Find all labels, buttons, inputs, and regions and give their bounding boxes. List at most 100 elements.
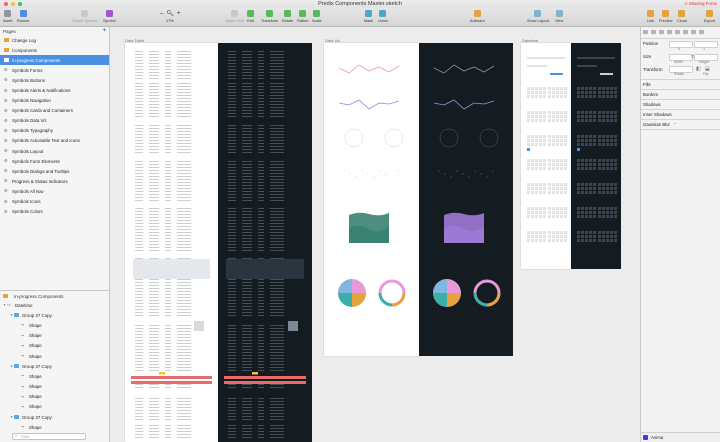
page-item[interactable]: ⚙︎ Symbols Buttons: [0, 75, 109, 85]
table-cell-mark: [135, 116, 143, 117]
table-cell-mark: [165, 235, 171, 236]
artboard-datetime-light[interactable]: [521, 43, 571, 269]
page-item[interactable]: ⚙︎ Symbols Data Viz: [0, 116, 109, 126]
y-field[interactable]: [694, 41, 718, 48]
lock-ratio-icon[interactable]: ⚿: [691, 54, 694, 59]
rotate-button[interactable]: Rotate: [282, 10, 293, 23]
table-cell-mark: [270, 83, 284, 84]
page-item[interactable]: ⚙︎ Symbols Cards and Containers: [0, 106, 109, 116]
layer-row-shape[interactable]: ⤳ Shape: [0, 320, 109, 330]
table-cell-mark: [228, 410, 236, 411]
layer-row-group[interactable]: ▾ Group 37 Copy: [0, 412, 109, 422]
page-item[interactable]: ⚙︎ Symbols Alerts & Notifications: [0, 85, 109, 95]
table-cell-mark: [149, 194, 159, 195]
preview-button[interactable]: Preview: [659, 10, 673, 23]
blur-toggle-icon[interactable]: ⌃: [673, 122, 677, 127]
shadows-section[interactable]: Shadows: [643, 102, 661, 107]
align-middle-icon[interactable]: [675, 30, 680, 34]
layer-row-shape[interactable]: ⤳ Shape: [0, 351, 109, 361]
page-item[interactable]: ⚙︎ Progress & Status Indicators: [0, 176, 109, 186]
symbol-button[interactable]: Symbol: [103, 10, 116, 23]
link-button[interactable]: Link: [647, 10, 654, 23]
calendar-day-thumb: [598, 215, 601, 218]
page-item[interactable]: ⚙︎ Symbols Actionable Text and Icons: [0, 136, 109, 146]
page-item[interactable]: ⚙︎ Symbols Typography: [0, 126, 109, 136]
cloud-button[interactable]: Cloud: [677, 10, 687, 23]
table-cell-mark: [177, 128, 191, 129]
page-item[interactable]: Change Log: [0, 35, 109, 45]
flatten-button[interactable]: Flatten: [297, 10, 309, 23]
layer-row-shape[interactable]: ⤳ Shape: [0, 422, 109, 432]
distribute-vertical-icon[interactable]: [699, 30, 704, 34]
table-cell-mark: [242, 413, 252, 414]
calendar-day-thumb: [527, 119, 530, 122]
fills-section[interactable]: Fills: [643, 82, 651, 87]
panel-divider[interactable]: [0, 290, 109, 291]
vector-shape-icon: ⤳: [21, 393, 25, 399]
layer-row-shape[interactable]: ⤳ Shape: [0, 341, 109, 351]
scale-button[interactable]: Scale: [312, 10, 322, 23]
align-bottom-icon[interactable]: [683, 30, 688, 34]
missing-fonts-warning[interactable]: ⚠ Missing Fonts: [684, 1, 717, 7]
table-cell-mark: [177, 220, 191, 221]
edit-button[interactable]: Edit: [247, 10, 254, 23]
page-item[interactable]: ⚙︎ Symbols Navigation: [0, 96, 109, 106]
show-layout-button[interactable]: Show Layout: [527, 10, 549, 23]
page-item[interactable]: In-progress Components: [0, 55, 109, 66]
inner-shadows-section[interactable]: Inner Shadows: [643, 112, 672, 117]
page-item[interactable]: ⚙︎ Symbols All Nav: [0, 186, 109, 196]
mask-button[interactable]: Mask: [364, 10, 373, 23]
view-button[interactable]: View: [555, 10, 563, 23]
create-symbol-button[interactable]: Create Symbol: [72, 10, 97, 23]
align-left-icon[interactable]: [643, 30, 648, 34]
x-field[interactable]: [669, 41, 693, 48]
layer-row-shape[interactable]: ⤳ Shape: [0, 331, 109, 341]
transform-button[interactable]: Transform: [261, 10, 278, 23]
layer-filter-input[interactable]: ⌕ Filter: [12, 433, 86, 440]
artboard-data-viz-light[interactable]: [324, 43, 419, 356]
artboard-datetime-dark[interactable]: [571, 43, 621, 269]
table-cell-mark: [149, 176, 159, 177]
layer-row-shape[interactable]: ⤳ Shape: [0, 392, 109, 402]
page-item[interactable]: ⚙︎ Symbols Layout: [0, 146, 109, 156]
artboard-data-table-dark[interactable]: [218, 43, 312, 442]
page-item[interactable]: ⚙︎ Symbols Icons: [0, 197, 109, 207]
layer-row-group[interactable]: ▾ Group 37 Copy: [0, 361, 109, 371]
flip-horizontal-icon[interactable]: ◧: [696, 66, 701, 72]
layer-row-shape[interactable]: ⤳ Shape: [0, 402, 109, 412]
anima-logo-icon[interactable]: [643, 435, 648, 440]
gaussian-blur-section[interactable]: Gaussian Blur ⌃: [643, 122, 677, 128]
artboard-button[interactable]: Artboard: [470, 10, 485, 23]
union-button[interactable]: Union: [378, 10, 388, 23]
make-grid-button[interactable]: Make Grid: [226, 10, 244, 23]
artboard-data-viz-dark[interactable]: [419, 43, 513, 356]
layer-row-shape[interactable]: ⤳ Shape: [0, 371, 109, 381]
borders-section[interactable]: Borders: [643, 92, 658, 97]
runner-button[interactable]: Runner: [17, 10, 29, 23]
layer-row-artboard[interactable]: ▾ ▭ Datetime: [0, 300, 109, 310]
calendar-day-thumb: [552, 167, 555, 170]
page-item[interactable]: ⚙︎ Symbols Forms: [0, 65, 109, 75]
export-button[interactable]: Export: [704, 10, 715, 23]
table-cell-mark: [228, 104, 236, 105]
artboard-data-table-light[interactable]: [125, 43, 218, 442]
layer-row-group[interactable]: ▾ Group 37 Copy: [0, 310, 109, 320]
align-top-icon[interactable]: [667, 30, 672, 34]
distribute-horizontal-icon[interactable]: [691, 30, 696, 34]
calendar-day-thumb: [602, 87, 605, 90]
table-cell-mark: [177, 110, 191, 111]
page-item[interactable]: ⚙︎ Symbols Form Elements: [0, 156, 109, 166]
align-right-icon[interactable]: [659, 30, 664, 34]
calendar-day-thumb: [598, 231, 601, 234]
insert-button[interactable]: Insert: [3, 10, 13, 23]
page-item[interactable]: ⚙︎ Symbols Dialogs and Tooltips: [0, 166, 109, 176]
calendar-day-thumb: [556, 111, 559, 114]
zoom-in-button[interactable]: +: [177, 11, 181, 17]
zoom-out-button[interactable]: –: [160, 11, 163, 17]
layer-row-shape[interactable]: ⤳ Shape: [0, 382, 109, 392]
add-page-button[interactable]: +: [102, 28, 106, 34]
page-item[interactable]: Components: [0, 45, 109, 55]
canvas[interactable]: Data Table Data Viz Datetime: [110, 27, 640, 442]
page-item[interactable]: ⚙︎ Symbols Colors: [0, 207, 109, 217]
align-center-icon[interactable]: [651, 30, 656, 34]
